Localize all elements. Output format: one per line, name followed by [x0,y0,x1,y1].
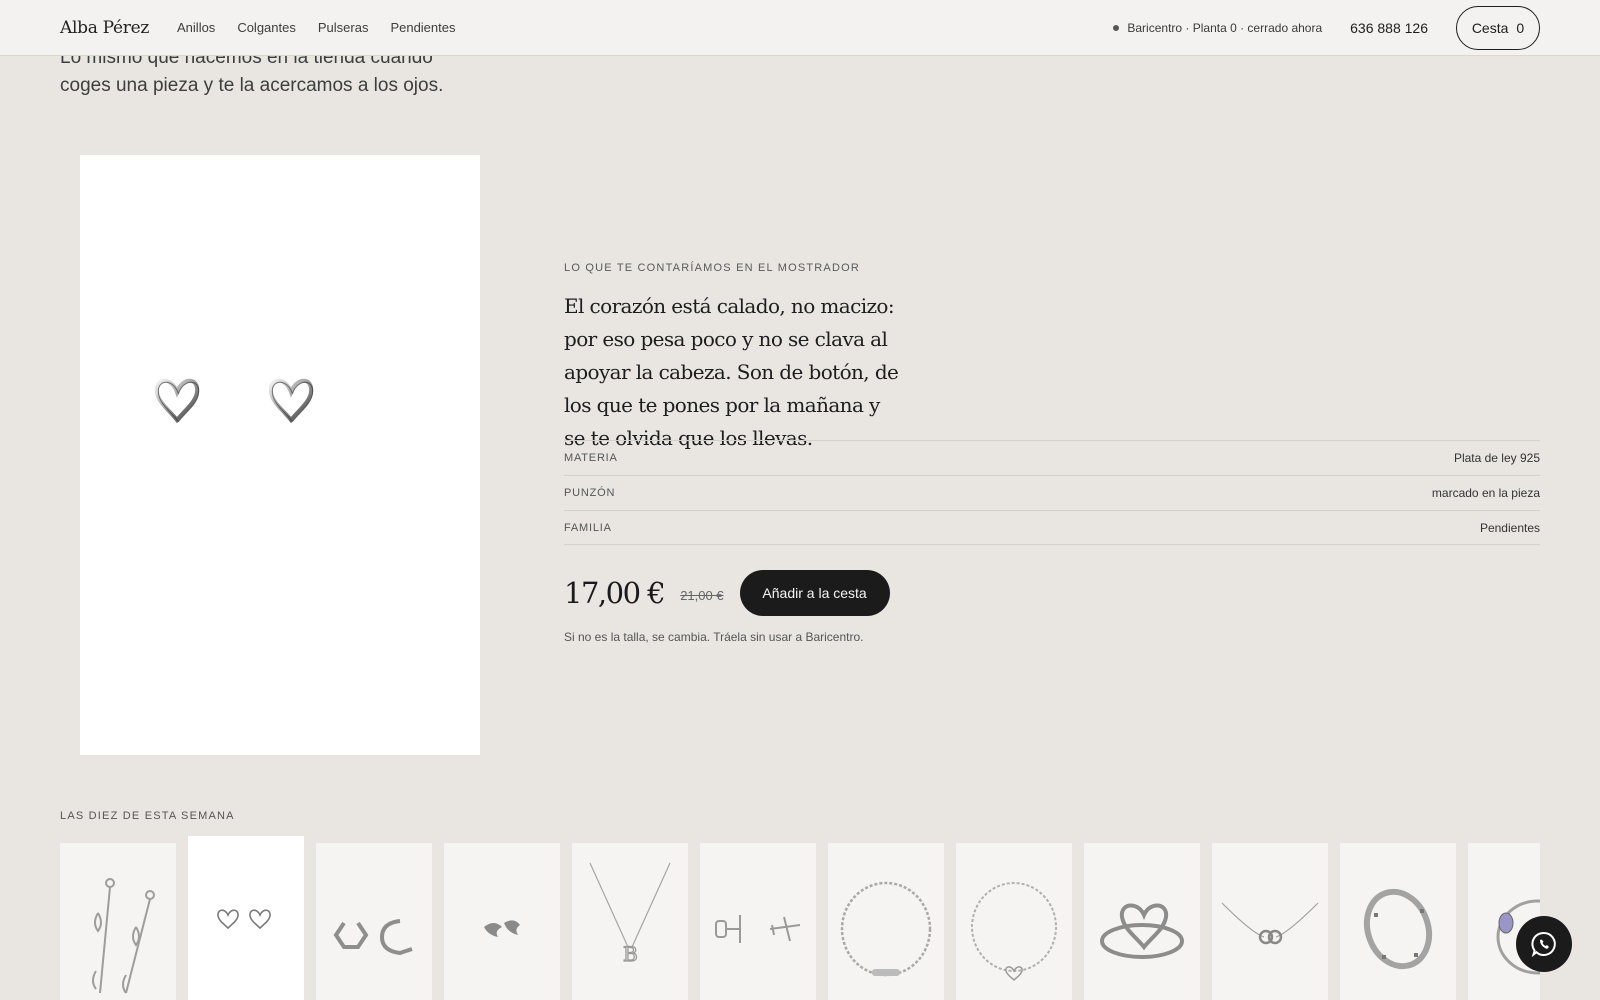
weekly-item[interactable] [1340,843,1456,1000]
spec-key: FAMILIA [564,521,612,534]
heart-ring-icon [1100,903,1184,959]
main-nav: Anillos Colgantes Pulseras Pendientes [177,20,455,35]
linked-rings-necklace-icon [1221,902,1319,945]
product-story: El corazón está calado, no macizo: por e… [564,294,899,450]
add-to-cart-button[interactable]: Añadir a la cesta [739,570,890,616]
weekly-item[interactable] [444,843,560,1000]
phone-link[interactable]: 636 888 126 [1350,20,1428,36]
product-image[interactable] [80,155,480,755]
spec-row-punzon: PUNZÓN marcado en la pieza [564,475,1540,510]
section-eyebrow: LO QUE TE CONTARÍAMOS EN EL MOSTRADOR [564,262,861,274]
spec-row-materia: MATERIA Plata de ley 925 [564,440,1540,475]
store-status: Baricentro · Planta 0 · cerrado ahora [1113,21,1322,35]
cart-count: 0 [1516,19,1525,36]
store-status-text: Baricentro · Planta 0 · cerrado ahora [1127,20,1323,35]
heart-bracelet-icon [971,882,1057,982]
cart-button[interactable]: Cesta 0 [1456,5,1540,50]
heart-studs-icon [217,909,271,930]
plane-studs-icon [715,915,801,943]
returns-note: Si no es la talla, se cambia. Tráela sin… [564,630,864,644]
price: 17,00 € [564,576,666,610]
nav-pendientes[interactable]: Pendientes [390,20,455,35]
bird-studs-icon [484,920,520,937]
weekly-item[interactable] [60,843,176,1000]
whatsapp-button[interactable] [1516,916,1572,972]
header-right: Baricentro · Planta 0 · cerrado ahora 63… [1113,5,1540,50]
weekly-item[interactable] [700,843,816,1000]
whatsapp-icon [1531,932,1556,958]
weekly-item[interactable] [828,843,944,1000]
weekly-item[interactable] [956,843,1072,1000]
spec-value: marcado en la pieza [1431,486,1540,500]
nav-colgantes[interactable]: Colgantes [237,20,296,35]
heart-earrings-icon [154,378,314,424]
brand-logo[interactable]: Alba Pérez [60,18,149,38]
weekly-item[interactable] [1084,843,1200,1000]
weekly-item[interactable] [316,843,432,1000]
nav-anillos[interactable]: Anillos [177,20,215,35]
status-dot-icon [1113,24,1120,31]
weekly-strip: B [60,836,1540,1000]
buy-row: 17,00 € 21,00 € Añadir a la cesta [564,570,890,616]
drop-earrings-icon [92,878,155,994]
letter-b-necklace-icon: B [589,862,671,967]
spec-key: PUNZÓN [564,487,616,499]
engraved-band-ring-icon [1363,888,1433,970]
chain-bracelet-icon [840,881,932,977]
spec-table: MATERIA Plata de ley 925 PUNZÓN marcado … [564,440,1540,545]
page: Alba Pérez Anillos Colgantes Pulseras Pe… [0,0,1600,1000]
nav-pulseras[interactable]: Pulseras [318,20,369,35]
cart-label: Cesta [1471,19,1509,36]
spec-value: Plata de ley 925 [1453,451,1540,465]
weekly-item-active[interactable] [188,836,304,1000]
svg-text:B: B [623,942,638,966]
old-price: 21,00 € [680,587,724,603]
site-header: Alba Pérez Anillos Colgantes Pulseras Pe… [0,0,1600,56]
weekly-label: LAS DIEZ DE ESTA SEMANA [60,810,235,822]
weekly-item[interactable] [1212,843,1328,1000]
weekly-item[interactable]: B [572,843,688,1000]
spec-value: Pendientes [1479,520,1540,535]
hexagon-hoops-icon [333,919,413,956]
spec-key: MATERIA [564,452,618,464]
spec-row-familia: FAMILIA Pendientes [564,510,1540,545]
